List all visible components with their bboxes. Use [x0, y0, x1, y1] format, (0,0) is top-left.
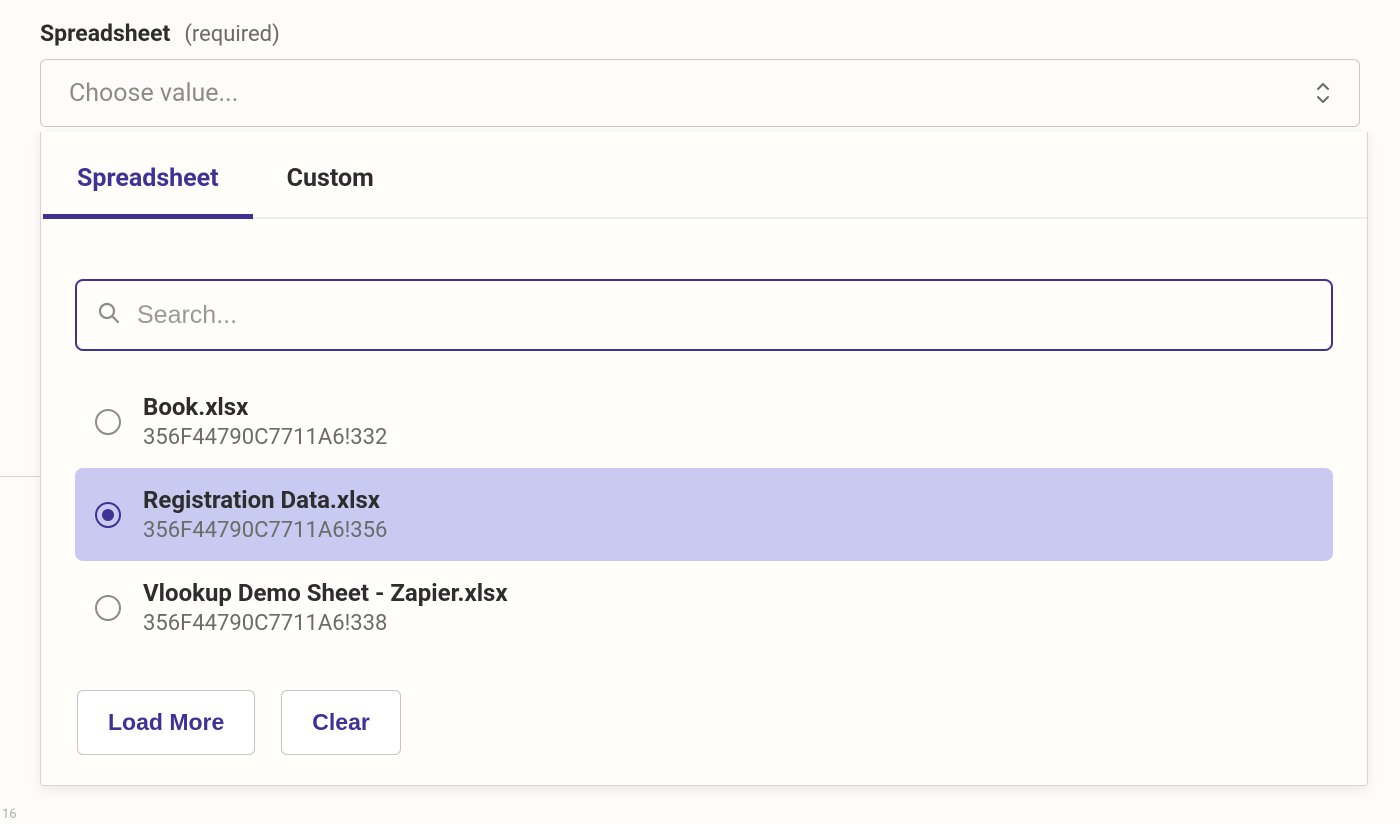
search-wrapper[interactable]	[75, 279, 1333, 351]
radio-icon	[95, 595, 121, 621]
radio-icon	[95, 409, 121, 435]
panel-body: Book.xlsx 356F44790C7711A6!332 Registrat…	[41, 219, 1367, 755]
option-name: Registration Data.xlsx	[143, 486, 387, 514]
chevron-up-down-icon	[1315, 82, 1331, 104]
tab-custom[interactable]: Custom	[253, 132, 408, 217]
select-placeholder: Choose value...	[69, 79, 238, 108]
option-book[interactable]: Book.xlsx 356F44790C7711A6!332	[75, 375, 1333, 468]
field-required-text: (required)	[184, 22, 279, 47]
field-label-row: Spreadsheet (required)	[40, 20, 1360, 47]
tabs-bar: Spreadsheet Custom	[41, 132, 1367, 219]
field-container: Spreadsheet (required) Choose value...	[0, 0, 1400, 127]
option-id: 356F44790C7711A6!338	[143, 611, 508, 636]
option-name: Book.xlsx	[143, 393, 387, 421]
actions-row: Load More Clear	[75, 690, 1333, 755]
clear-button[interactable]: Clear	[281, 690, 401, 755]
search-input[interactable]	[137, 301, 1311, 330]
field-label: Spreadsheet	[40, 20, 170, 47]
search-icon	[97, 301, 121, 329]
option-registration-data[interactable]: Registration Data.xlsx 356F44790C7711A6!…	[75, 468, 1333, 561]
options-list: Book.xlsx 356F44790C7711A6!332 Registrat…	[75, 375, 1333, 654]
option-text: Book.xlsx 356F44790C7711A6!332	[143, 393, 387, 450]
option-text: Vlookup Demo Sheet - Zapier.xlsx 356F447…	[143, 579, 508, 636]
option-id: 356F44790C7711A6!356	[143, 518, 387, 543]
load-more-button[interactable]: Load More	[77, 690, 255, 755]
corner-number: 16	[2, 807, 17, 822]
option-text: Registration Data.xlsx 356F44790C7711A6!…	[143, 486, 387, 543]
tab-spreadsheet[interactable]: Spreadsheet	[43, 132, 253, 217]
radio-icon	[95, 502, 121, 528]
spreadsheet-select-trigger[interactable]: Choose value...	[40, 59, 1360, 127]
option-name: Vlookup Demo Sheet - Zapier.xlsx	[143, 579, 508, 607]
divider	[0, 476, 40, 477]
dropdown-panel: Spreadsheet Custom Book.xlsx 356F44790C7…	[40, 132, 1368, 786]
option-vlookup-demo[interactable]: Vlookup Demo Sheet - Zapier.xlsx 356F447…	[75, 561, 1333, 654]
option-id: 356F44790C7711A6!332	[143, 425, 387, 450]
